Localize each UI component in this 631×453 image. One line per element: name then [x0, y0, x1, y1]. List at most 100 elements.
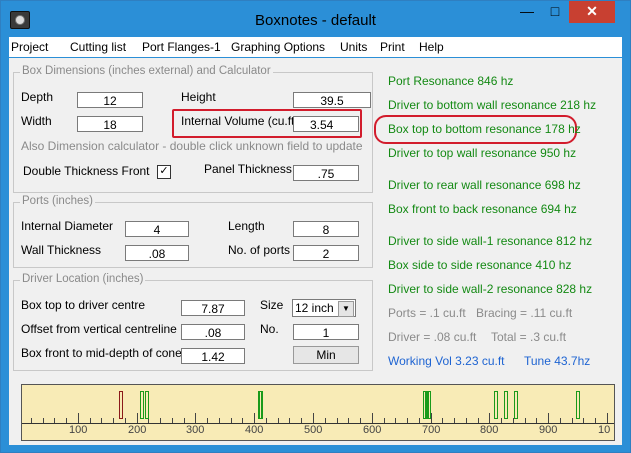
length-input[interactable]: 8: [293, 221, 359, 237]
resonance-graph[interactable]: 100 200 300 400 500 600 700 800 900 10: [21, 384, 615, 441]
internal-diameter-label: Internal Diameter: [21, 219, 114, 233]
graph-tick: [572, 418, 573, 423]
graph-tick: [560, 418, 561, 423]
top-to-centre-label: Box top to driver centre: [21, 298, 146, 312]
height-label: Height: [181, 90, 216, 104]
graph-tick: [172, 418, 173, 423]
num-ports-label: No. of ports: [228, 243, 291, 257]
graph-tick: [348, 418, 349, 423]
graph-tick-label: 400: [245, 424, 264, 436]
graph-tick: [536, 418, 537, 423]
num-ports-input[interactable]: 2: [293, 245, 359, 261]
graph-tick: [595, 418, 596, 423]
title-bar[interactable]: Boxnotes - default — □ ✕: [1, 1, 630, 37]
graph-tick-label: 300: [186, 424, 205, 436]
graph-tick: [160, 418, 161, 423]
graph-mark: [140, 391, 144, 419]
box-dimensions-title: Box Dimensions (inches external) and Cal…: [20, 65, 273, 77]
menu-help[interactable]: Help: [419, 40, 444, 54]
graph-mark: [504, 391, 508, 419]
maximize-button[interactable]: □: [541, 1, 569, 23]
driver-size-select[interactable]: 12 inch ▼: [292, 299, 356, 317]
offset-input[interactable]: .08: [181, 324, 245, 340]
app-window: Boxnotes - default — □ ✕ Project Cutting…: [0, 0, 631, 453]
graph-mark: [514, 391, 518, 419]
graph-tick: [125, 418, 126, 423]
graph-tick: [242, 418, 243, 423]
graph-tick: [607, 413, 608, 423]
graph-tick-label: 800: [480, 424, 499, 436]
graph-tick-label: 100: [69, 424, 88, 436]
graph-tick: [254, 413, 255, 423]
menu-port-flanges[interactable]: Port Flanges-1: [142, 40, 221, 54]
driver-top-resonance: Driver to top wall resonance 950 hz: [388, 146, 577, 160]
driver-side1-resonance: Driver to side wall-1 resonance 812 hz: [388, 234, 593, 248]
graph-tick: [113, 418, 114, 423]
internal-diameter-input[interactable]: 4: [125, 221, 189, 237]
menu-cutting-list[interactable]: Cutting list: [70, 40, 126, 54]
no-label: No.: [260, 322, 279, 336]
graph-tick: [489, 413, 490, 423]
length-label: Length: [228, 219, 265, 233]
graph-tick-label: 10: [598, 424, 611, 436]
volume-highlight: [172, 109, 362, 138]
driver-location-title: Driver Location (inches): [20, 273, 146, 285]
graph-tick: [184, 418, 185, 423]
graph-tick-label: 200: [128, 424, 147, 436]
width-label: Width: [21, 114, 52, 128]
graph-tick: [419, 418, 420, 423]
graph-tick: [431, 413, 432, 423]
menu-project[interactable]: Project: [11, 40, 48, 54]
chevron-down-icon[interactable]: ▼: [338, 301, 354, 317]
wall-thickness-input[interactable]: .08: [125, 245, 189, 261]
graph-tick-label: 700: [422, 424, 441, 436]
min-button[interactable]: Min: [293, 346, 359, 364]
graph-tick: [278, 418, 279, 423]
menu-graphing-options[interactable]: Graphing Options: [231, 40, 325, 54]
graph-tick: [454, 418, 455, 423]
graph-tick: [43, 418, 44, 423]
depth-input[interactable]: 12: [77, 92, 143, 108]
driver-volume: Driver = .08 cu.ft: [388, 330, 477, 344]
graph-tick: [231, 418, 232, 423]
graph-tick: [442, 418, 443, 423]
graph-tick-label: 600: [363, 424, 382, 436]
double-thickness-checkbox[interactable]: ✓: [157, 165, 171, 179]
total-volume: Total = .3 cu.ft: [491, 330, 567, 344]
depth-label: Depth: [21, 90, 54, 104]
graph-tick: [395, 418, 396, 423]
driver-count-input[interactable]: 1: [293, 324, 359, 340]
double-thickness-label: Double Thickness Front: [23, 164, 150, 178]
menu-units[interactable]: Units: [340, 40, 367, 54]
height-input[interactable]: 39.5: [293, 92, 371, 108]
offset-label: Offset from vertical centreline: [21, 322, 177, 336]
driver-size-value: 12 inch: [295, 301, 334, 315]
box-top-bottom-resonance: Box top to bottom resonance 178 hz: [388, 122, 581, 136]
close-button[interactable]: ✕: [569, 1, 615, 23]
main-panel: Box Dimensions (inches external) and Cal…: [9, 58, 622, 445]
box-front-back-resonance: Box front to back resonance 694 hz: [388, 202, 577, 216]
graph-tick: [266, 418, 267, 423]
ports-title: Ports (inches): [20, 195, 95, 207]
minimize-button[interactable]: —: [513, 1, 541, 23]
graph-tick: [548, 413, 549, 423]
graph-mark: [145, 391, 149, 419]
graph-mark: [494, 391, 498, 419]
graph-tick: [466, 418, 467, 423]
front-depth-input[interactable]: 1.42: [181, 348, 245, 364]
graph-tick: [137, 413, 138, 423]
top-to-centre-input[interactable]: 7.87: [181, 300, 245, 316]
graph-tick: [360, 418, 361, 423]
panel-thickness-label: Panel Thickness: [204, 162, 292, 176]
menu-print[interactable]: Print: [380, 40, 405, 54]
panel-thickness-input[interactable]: .75: [293, 165, 359, 181]
width-input[interactable]: 18: [77, 116, 143, 132]
graph-tick: [78, 413, 79, 423]
graph-tick: [325, 418, 326, 423]
working-volume: Working Vol 3.23 cu.ft: [388, 354, 505, 368]
graph-tick: [101, 418, 102, 423]
driver-location-group: Driver Location (inches) Box top to driv…: [13, 273, 373, 371]
graph-tick: [219, 418, 220, 423]
graph-mark: [576, 391, 580, 419]
graph-tick: [478, 418, 479, 423]
